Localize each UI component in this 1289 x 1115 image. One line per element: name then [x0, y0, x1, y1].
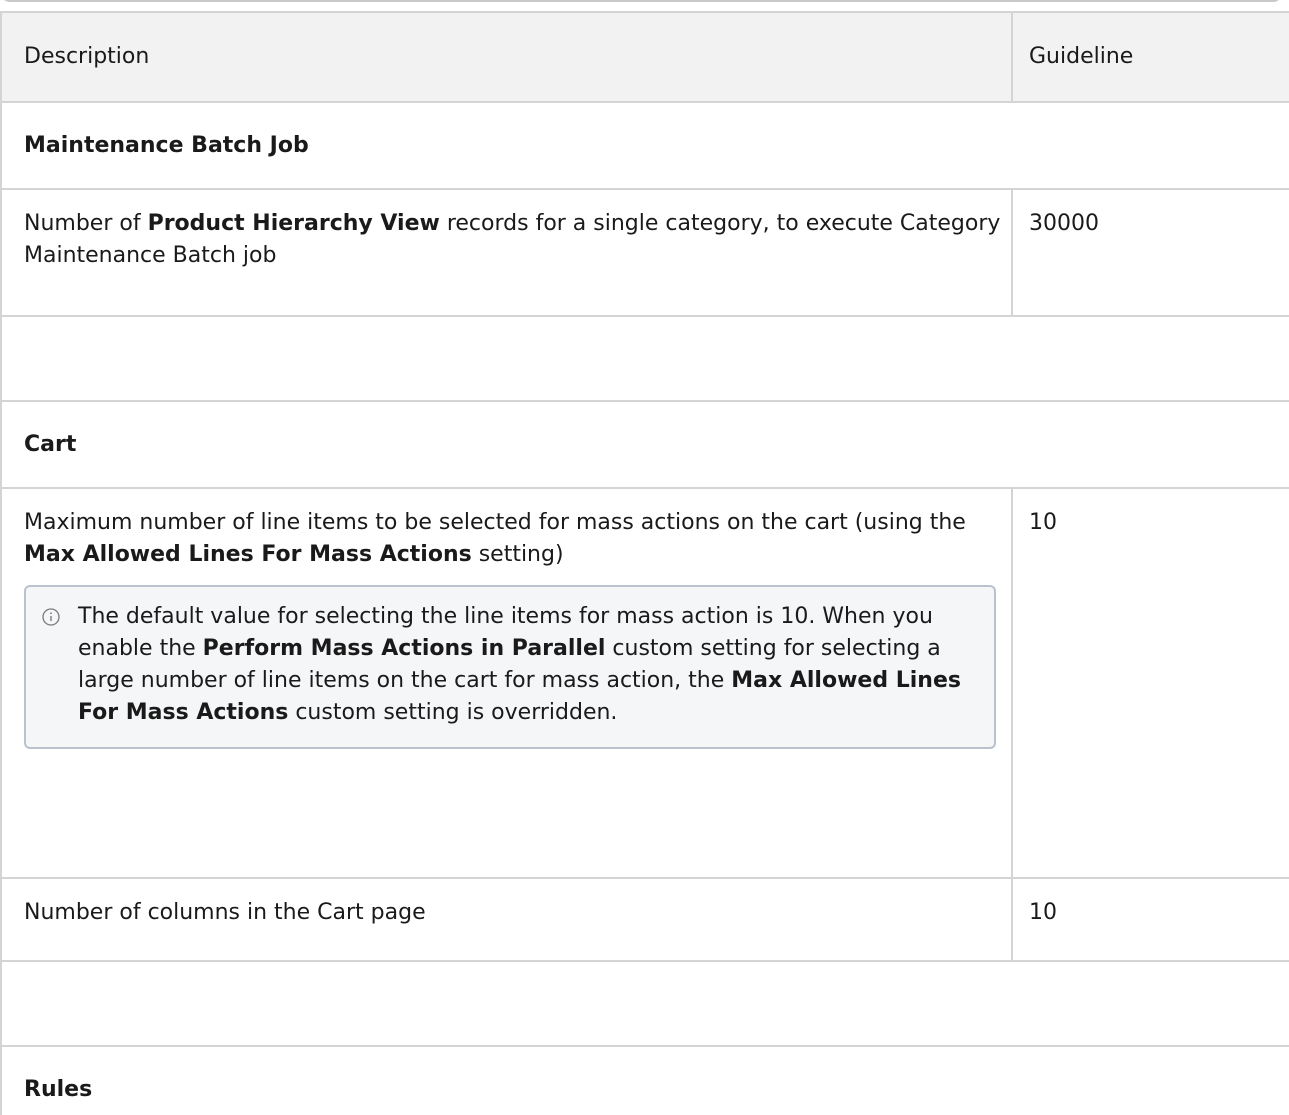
- row-guideline-value: 10: [1011, 877, 1289, 962]
- description-paragraph: Maximum number of line items to be selec…: [24, 507, 1011, 571]
- row-guideline-value: 10: [1011, 487, 1289, 879]
- info-icon: [42, 608, 60, 626]
- column-header-guideline: Guideline: [1011, 11, 1289, 103]
- guidelines-table: Description Guideline Maintenance Batch …: [0, 11, 1289, 1115]
- section-title-maintenance: Maintenance Batch Job: [0, 101, 1289, 190]
- info-note: The default value for selecting the line…: [24, 585, 996, 749]
- table-row: Number of Product Hierarchy View records…: [0, 188, 1289, 317]
- description-text: Maximum number of line items to be selec…: [24, 510, 966, 535]
- column-header-description: Description: [0, 11, 1013, 103]
- spacer-row: [0, 315, 1289, 402]
- section-title-rules: Rules: [0, 1045, 1289, 1115]
- section-title-cart: Cart: [0, 400, 1289, 489]
- description-bold-text: Max Allowed Lines For Mass Actions: [24, 542, 472, 567]
- note-bold-text: Perform Mass Actions in Parallel: [202, 636, 606, 661]
- row-guideline-value: 30000: [1011, 188, 1289, 317]
- table-row: Maximum number of line items to be selec…: [0, 487, 1289, 879]
- note-text: The default value for selecting the line…: [78, 601, 976, 729]
- description-text: setting): [471, 542, 564, 567]
- spacer-row: [0, 960, 1289, 1047]
- note-text-part: custom setting is overridden.: [288, 700, 618, 725]
- row-description: Number of Product Hierarchy View records…: [0, 188, 1013, 317]
- container-top-border: [0, 0, 1283, 2]
- row-description: Maximum number of line items to be selec…: [0, 487, 1013, 879]
- description-text: Number of: [24, 211, 148, 236]
- section-row-cart: Cart: [0, 400, 1289, 489]
- spacer-cell: [0, 960, 1289, 1047]
- spacer-cell: [0, 315, 1289, 402]
- table-header-row: Description Guideline: [0, 11, 1289, 103]
- document-frame: Description Guideline Maintenance Batch …: [0, 0, 1289, 1115]
- section-row-rules: Rules: [0, 1045, 1289, 1115]
- row-description: Number of columns in the Cart page: [0, 877, 1013, 962]
- section-row-maintenance: Maintenance Batch Job: [0, 101, 1289, 190]
- description-bold-text: Product Hierarchy View: [147, 211, 440, 236]
- table-row: Number of columns in the Cart page 10: [0, 877, 1289, 962]
